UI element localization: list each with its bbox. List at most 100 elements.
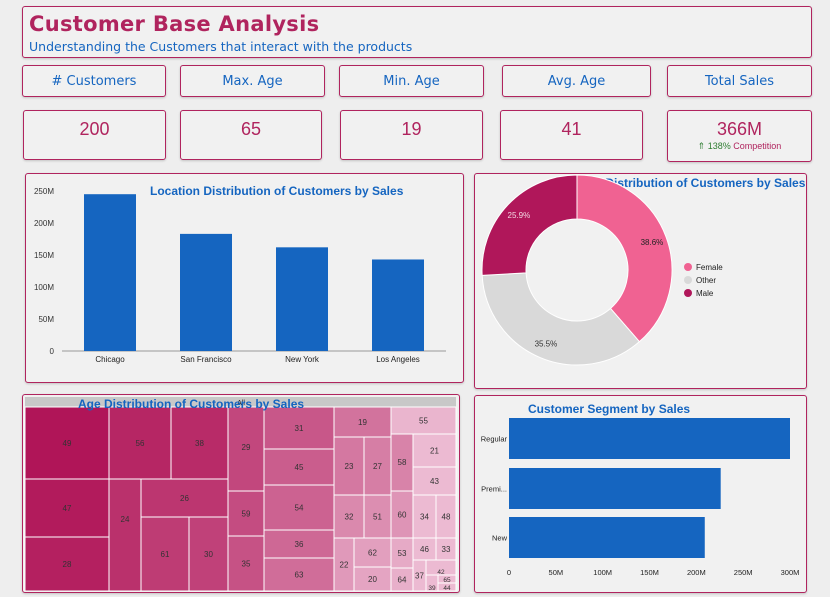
segment-label: Premi... [481,485,507,494]
page-title: Customer Base Analysis [29,12,320,36]
treemap-cell-label: 26 [180,494,189,503]
x-tick-label: Chicago [95,355,125,364]
treemap-cell-label: 49 [63,439,72,448]
treemap-cell-label: 48 [442,513,451,522]
kpi-total-sales-value: 366M [716,119,763,139]
segment-chart-card: Customer Segment by Sales Regular Premi..… [474,395,807,593]
kpi-delta-label: Competition [733,141,782,151]
treemap-cell-age-24 [108,478,142,591]
legend-label-other: Other [696,276,716,285]
kpi-min-age-label: Min. Age [383,73,440,89]
legend-label-male: Male [696,289,714,298]
treemap-cell-label: 58 [398,458,407,467]
trend-up-icon: ⇑ [697,141,706,151]
y-tick-label: 200M [34,219,54,228]
age-treemap: All49472856 38242661 302959353145543663192… [24,397,457,591]
treemap-cell-label: 28 [63,560,72,569]
x-tick-label: New York [285,355,320,364]
kpi-max-age-value-card: 65 [180,110,322,160]
treemap-cell-label: 62 [368,549,377,558]
treemap-cell-label: 34 [420,513,429,522]
segment-label: New [492,534,508,543]
page-subtitle: Understanding the Customers that interac… [29,39,413,54]
treemap-cell-label: 20 [368,575,377,584]
x-tick-label: 150M [640,568,659,577]
x-tick-label: Los Angeles [376,355,420,364]
legend-swatch-male [684,289,692,297]
treemap-cell-label: 61 [161,550,170,559]
treemap-cell-label: 33 [442,545,451,554]
slice-value-label: 25.9% [508,211,531,220]
treemap-cell-label: 39 [428,585,436,591]
kpi-min-age-value-card: 19 [340,110,483,160]
legend-swatch-female [684,263,692,271]
kpi-avg-age-label: Avg. Age [547,73,606,89]
treemap-cell-label: 36 [295,540,304,549]
treemap-cell-label: 43 [430,477,439,486]
kpi-total-sales-value-card: 366M ⇑ 138% Competition [667,110,812,162]
treemap-cell-label: 27 [373,462,382,471]
x-tick-label: 50M [549,568,564,577]
kpi-delta-value: 138% [707,141,731,151]
kpi-customers-value-card: 200 [23,110,166,160]
kpi-avg-age-label-card: Avg. Age [502,65,651,97]
kpi-customers-label: # Customers [51,73,137,89]
treemap-cell-label: 24 [121,515,130,524]
bar-chicago [84,194,136,351]
treemap-cell-label: 29 [242,443,251,452]
legend-label-female: Female [696,263,723,272]
treemap-cell-label: 51 [373,513,382,522]
treemap-cell-label: 45 [295,463,304,472]
x-tick-label: San Francisco [180,355,232,364]
kpi-max-age-label: Max. Age [222,73,283,89]
kpi-min-age-value: 19 [401,119,422,139]
treemap-cell-label: 35 [242,560,251,569]
slice-female [576,174,673,343]
treemap-cell-label: 23 [345,462,354,471]
kpi-customers-value: 200 [79,119,110,139]
treemap-cell-label: 60 [398,511,407,520]
treemap-cell-label: 31 [295,424,304,433]
slice-other [481,272,641,366]
kpi-min-age-label-card: Min. Age [339,65,484,97]
y-tick-label: 150M [34,251,54,260]
x-tick-label: 0 [507,568,511,577]
treemap-cell-label: 59 [242,510,251,519]
treemap-cell-label: 21 [430,447,439,456]
segment-bar-0 [509,418,790,459]
kpi-total-sales-label-card: Total Sales [667,65,812,97]
treemap-cell-label: 30 [204,550,213,559]
x-tick-label: 100M [593,568,612,577]
treemap-cell-label: 37 [415,572,424,581]
treemap-cell-label: 19 [358,418,367,427]
kpi-max-age-value: 65 [240,119,262,139]
slice-value-label: 35.5% [535,340,558,349]
header-card: Customer Base Analysis Understanding the… [22,6,812,58]
kpi-total-sales-label: Total Sales [704,73,775,89]
gender-donut-chart: 38.6% 35.5% 25.9% Female Other Male [481,174,723,366]
segment-bar-1 [509,468,721,509]
treemap-cell-label: 55 [419,417,428,426]
kpi-total-sales-delta: ⇑ 138% Competition [698,141,782,152]
segment-bar-chart: Regular Premi... New 0 50M 100M 150M 200M 250M 30… [481,418,800,577]
kpi-max-age-label-card: Max. Age [180,65,325,97]
location-bar-chart: 0 50M 100M 150M 200M 250M Chicago San Francisco… [34,187,446,364]
bar-san-francisco [180,233,232,351]
treemap-cell-label: 64 [398,576,407,585]
slice-value-label: 38.6% [641,238,664,247]
x-tick-label: 300M [781,568,800,577]
bar-los-angeles [372,259,424,351]
x-tick-label: 250M [734,568,753,577]
treemap-cell-label: 63 [295,571,304,580]
treemap-cell-label: 32 [345,513,354,522]
y-tick-label: 100M [34,283,54,292]
y-tick-label: 0 [50,347,55,356]
legend-swatch-other [684,276,692,284]
y-tick-label: 50M [38,315,54,324]
treemap-cell-label: 38 [195,439,204,448]
kpi-customers-label-card: # Customers [22,65,166,97]
kpi-avg-age-value: 41 [561,119,582,139]
x-tick-label: 200M [687,568,706,577]
segment-bar-2 [509,517,705,558]
treemap-cell-label: 44 [443,585,451,591]
